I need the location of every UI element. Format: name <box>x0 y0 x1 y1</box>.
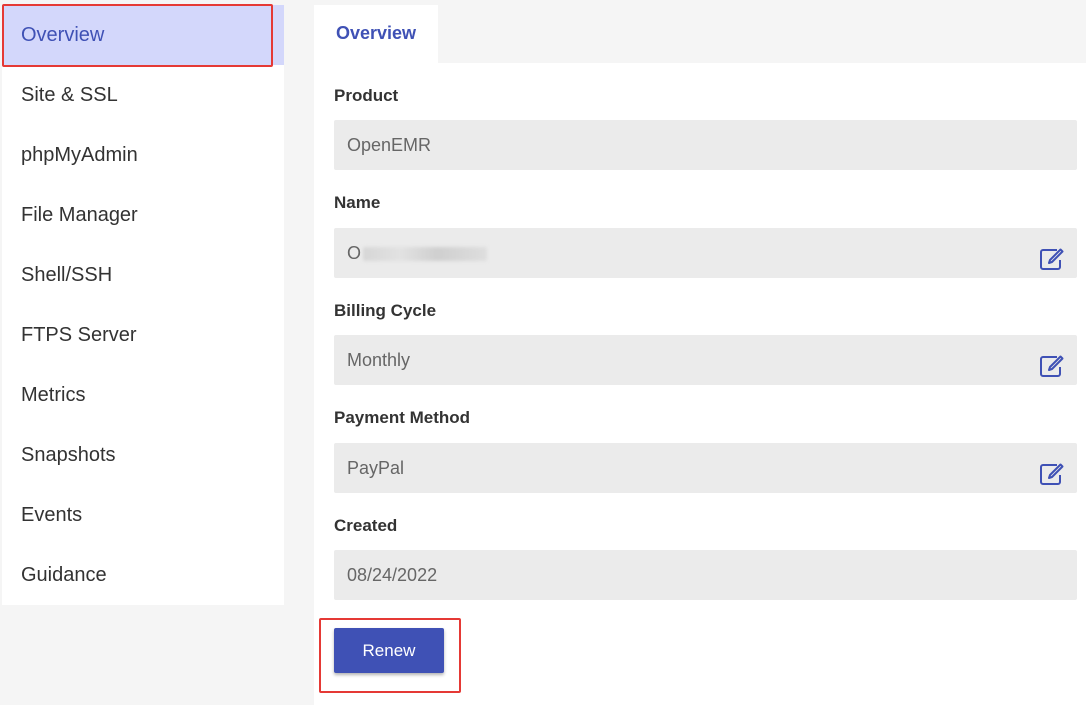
sidebar: Overview Site & SSL phpMyAdmin File Mana… <box>2 5 284 605</box>
renew-button[interactable]: Renew <box>334 628 444 673</box>
name-value: O <box>347 243 362 263</box>
redacted-text <box>363 247 488 262</box>
sidebar-item-snapshots[interactable]: Snapshots <box>2 425 284 485</box>
sidebar-item-guidance[interactable]: Guidance <box>2 545 284 605</box>
name-field: O <box>334 228 1077 278</box>
sidebar-item-phpmyadmin[interactable]: phpMyAdmin <box>2 125 284 185</box>
edit-billing-cycle-icon[interactable] <box>1039 347 1065 377</box>
sidebar-item-shell-ssh[interactable]: Shell/SSH <box>2 245 284 305</box>
payment-method-label: Payment Method <box>334 408 471 427</box>
sidebar-item-file-manager[interactable]: File Manager <box>2 185 284 245</box>
edit-payment-method-icon[interactable] <box>1039 455 1065 485</box>
app-page: Overview Site & SSL phpMyAdmin File Mana… <box>0 0 1086 705</box>
sidebar-item-ftps-server[interactable]: FTPS Server <box>2 305 284 365</box>
billing-cycle-value: Monthly <box>347 350 411 370</box>
edit-name-icon[interactable] <box>1039 240 1065 270</box>
payment-method-field: PayPal <box>334 443 1077 493</box>
product-value: OpenEMR <box>347 135 432 155</box>
product-field: OpenEMR <box>334 120 1077 170</box>
sidebar-item-overview[interactable]: Overview <box>2 5 284 65</box>
billing-cycle-field: Monthly <box>334 335 1077 385</box>
payment-method-value: PayPal <box>347 458 405 478</box>
billing-cycle-label: Billing Cycle <box>334 301 437 320</box>
name-label: Name <box>334 193 381 212</box>
main-panel: Overview Product OpenEMR Name O Billing … <box>314 5 1086 705</box>
created-label: Created <box>334 516 398 535</box>
created-field: 08/24/2022 <box>334 550 1077 600</box>
created-value: 08/24/2022 <box>347 565 438 585</box>
product-label: Product <box>334 86 399 105</box>
tab-bar: Overview <box>314 5 1086 63</box>
sidebar-item-site-ssl[interactable]: Site & SSL <box>2 65 284 125</box>
tab-overview[interactable]: Overview <box>314 5 438 63</box>
sidebar-item-events[interactable]: Events <box>2 485 284 545</box>
sidebar-item-metrics[interactable]: Metrics <box>2 365 284 425</box>
